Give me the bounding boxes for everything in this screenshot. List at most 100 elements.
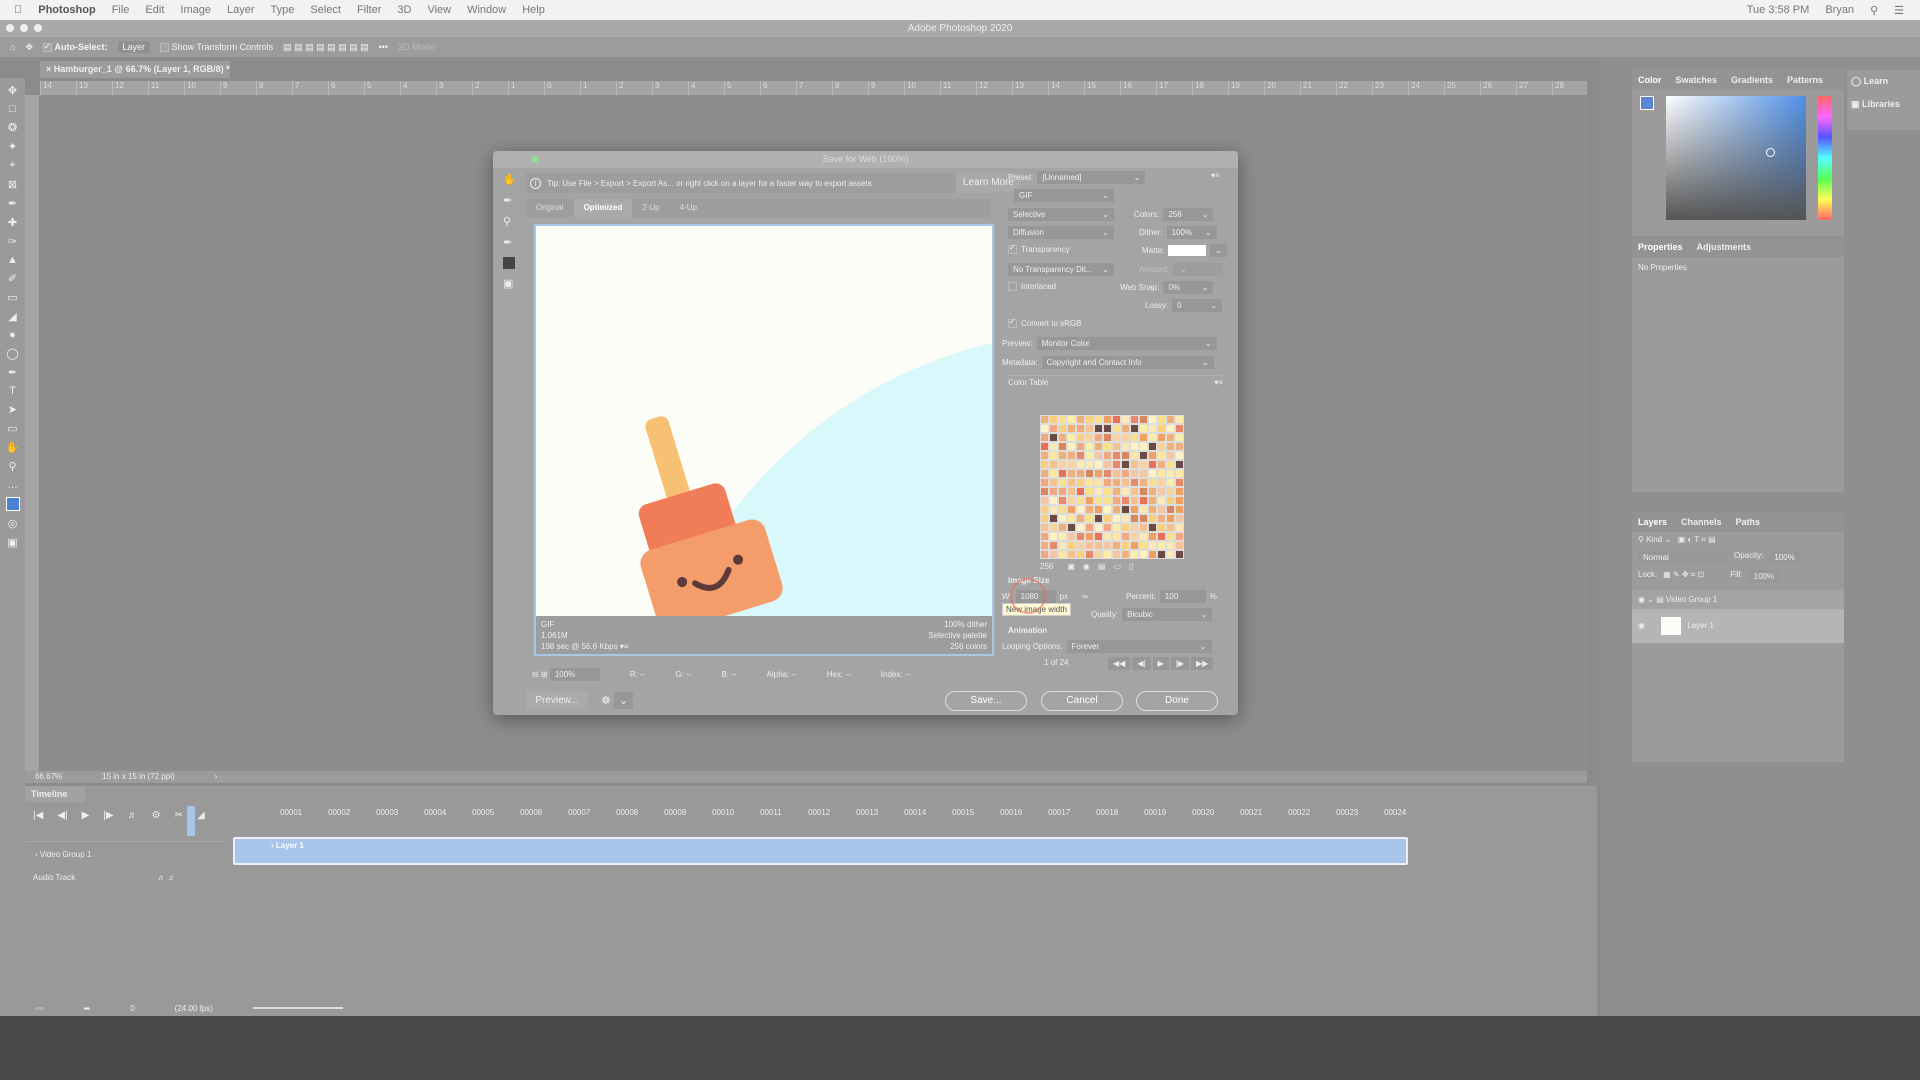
done-button[interactable]: Done (1136, 691, 1218, 711)
color-table-swatch[interactable] (1103, 469, 1112, 478)
frame-label[interactable]: 00012 (808, 808, 830, 817)
stamp-tool-icon[interactable]: ▲ (7, 254, 18, 266)
color-table-swatch[interactable] (1076, 514, 1085, 523)
color-table-swatch[interactable] (1175, 532, 1184, 541)
play-icon[interactable]: ▶ (82, 810, 90, 821)
color-table-swatch[interactable] (1157, 514, 1166, 523)
frame-label[interactable]: 00001 (280, 808, 302, 817)
color-table-swatch[interactable] (1112, 532, 1121, 541)
color-table-swatch[interactable] (1067, 478, 1076, 487)
color-table-swatch[interactable] (1076, 532, 1085, 541)
color-table-swatch[interactable] (1085, 541, 1094, 550)
color-table-swatch[interactable] (1040, 514, 1049, 523)
color-table-swatch[interactable] (1139, 505, 1148, 514)
dialog-close-dot[interactable] (531, 156, 538, 163)
color-table-swatch[interactable] (1130, 550, 1139, 559)
color-table-swatch[interactable] (1049, 505, 1058, 514)
color-table-swatch[interactable] (1148, 424, 1157, 433)
menu-3d[interactable]: 3D (397, 4, 411, 16)
color-table-swatch[interactable] (1076, 415, 1085, 424)
link-icon[interactable]: ∞ (1082, 592, 1088, 601)
color-table-swatch[interactable] (1076, 505, 1085, 514)
tab-original[interactable]: Original (526, 199, 574, 217)
color-table-swatch[interactable] (1067, 532, 1076, 541)
last-frame-button[interactable]: ▶▶ (1190, 657, 1214, 670)
color-table-swatch[interactable] (1148, 469, 1157, 478)
color-table-swatch[interactable] (1040, 442, 1049, 451)
bucket-icon[interactable]: ◢ (8, 310, 16, 323)
color-table-swatch[interactable] (1139, 541, 1148, 550)
color-table-swatch[interactable] (1085, 415, 1094, 424)
color-table-swatch[interactable] (1166, 415, 1175, 424)
menu-file[interactable]: File (112, 4, 130, 16)
color-table-swatch[interactable] (1103, 478, 1112, 487)
user-name[interactable]: Bryan (1825, 4, 1854, 16)
menu-list-icon[interactable]: ☰ (1894, 4, 1904, 17)
marquee-tool-icon[interactable]: □ (9, 103, 16, 115)
screen-mode-icon[interactable]: ▣ (7, 536, 17, 549)
tab-patterns[interactable]: Patterns (1787, 75, 1823, 85)
color-table[interactable] (1040, 415, 1184, 559)
audio-mute-icon[interactable]: ♬ ♫ (157, 873, 173, 882)
color-table-swatch[interactable] (1139, 496, 1148, 505)
frame-label[interactable]: 00017 (1048, 808, 1070, 817)
layer-clip[interactable]: › Layer 1 (233, 837, 1408, 865)
color-table-swatch[interactable] (1166, 478, 1175, 487)
color-table-swatch[interactable] (1094, 442, 1103, 451)
color-table-swatch[interactable] (1130, 523, 1139, 532)
transparency-checkbox[interactable]: Transparency (1008, 245, 1070, 254)
color-table-swatch[interactable] (1049, 451, 1058, 460)
color-table-swatch[interactable] (1121, 433, 1130, 442)
color-table-swatch[interactable] (1058, 541, 1067, 550)
color-swatches[interactable] (5, 497, 20, 511)
color-table-swatch[interactable] (1130, 415, 1139, 424)
zoom-level[interactable]: 66.67% (35, 771, 62, 783)
color-table-swatch[interactable] (1157, 433, 1166, 442)
color-table-swatch[interactable] (1112, 424, 1121, 433)
color-table-swatch[interactable] (1157, 550, 1166, 559)
color-table-swatch[interactable] (1085, 505, 1094, 514)
color-table-swatch[interactable] (1148, 541, 1157, 550)
color-table-swatch[interactable] (1067, 541, 1076, 550)
color-table-swatch[interactable] (1076, 469, 1085, 478)
move-tool-icon[interactable]: ✥ (25, 42, 33, 53)
color-table-swatch[interactable] (1139, 478, 1148, 487)
color-table-swatch[interactable] (1040, 433, 1049, 442)
tab-channels[interactable]: Channels (1681, 517, 1722, 527)
color-table-swatch[interactable] (1058, 433, 1067, 442)
color-table-swatch[interactable] (1130, 469, 1139, 478)
menu-layer[interactable]: Layer (227, 4, 255, 16)
color-table-swatch[interactable] (1076, 424, 1085, 433)
color-table-swatch[interactable] (1049, 433, 1058, 442)
color-table-swatch[interactable] (1058, 550, 1067, 559)
color-table-swatch[interactable] (1175, 487, 1184, 496)
frame-label[interactable]: 00020 (1192, 808, 1214, 817)
home-icon[interactable]: ⌂ (10, 42, 15, 52)
color-table-swatch[interactable] (1112, 451, 1121, 460)
color-table-swatch[interactable] (1049, 478, 1058, 487)
color-table-swatch[interactable] (1076, 496, 1085, 505)
toggle-slices-icon[interactable]: ▣ (503, 277, 517, 290)
browser-preview-select[interactable]: ☸ ⌄ (601, 692, 634, 709)
color-table-swatch[interactable] (1049, 487, 1058, 496)
color-table-swatch[interactable] (1157, 487, 1166, 496)
color-table-swatch[interactable] (1040, 478, 1049, 487)
color-table-swatch[interactable] (1103, 514, 1112, 523)
color-table-swatch[interactable] (1067, 451, 1076, 460)
menu-edit[interactable]: Edit (145, 4, 164, 16)
color-table-swatch[interactable] (1139, 415, 1148, 424)
blur-icon[interactable]: ● (9, 329, 16, 341)
first-frame-button[interactable]: ◀◀ (1108, 657, 1131, 670)
frame-label[interactable]: 00004 (424, 808, 446, 817)
color-table-swatch[interactable] (1148, 451, 1157, 460)
color-table-swatch[interactable] (1121, 541, 1130, 550)
color-table-swatch[interactable] (1103, 496, 1112, 505)
color-table-swatch[interactable] (1094, 415, 1103, 424)
convert-frame-icon[interactable]: ▫▫▫ (35, 1004, 44, 1013)
color-table-swatch[interactable] (1067, 487, 1076, 496)
color-table-swatch[interactable] (1067, 424, 1076, 433)
frame-label[interactable]: 00003 (376, 808, 398, 817)
clock[interactable]: Tue 3:58 PM (1747, 4, 1810, 16)
tab-color[interactable]: Color (1638, 75, 1662, 85)
frame-label[interactable]: 00018 (1096, 808, 1118, 817)
